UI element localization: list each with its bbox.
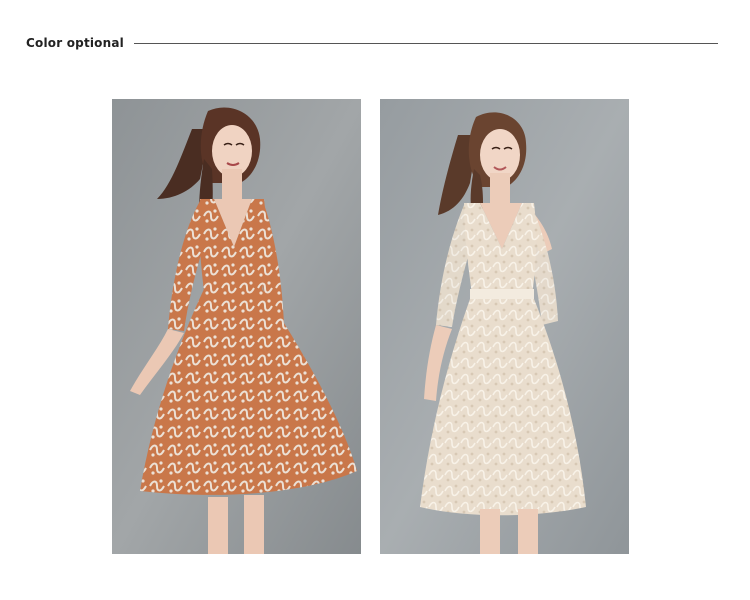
section-title: Color optional [26,36,124,50]
section-header: Color optional [26,34,718,54]
beige-lace-dress-photo[interactable] [380,99,629,554]
section-divider [134,43,718,44]
orange-dress-illustration [112,99,361,554]
beige-dress-illustration [380,99,629,554]
orange-lace-dress-photo[interactable] [112,99,361,554]
